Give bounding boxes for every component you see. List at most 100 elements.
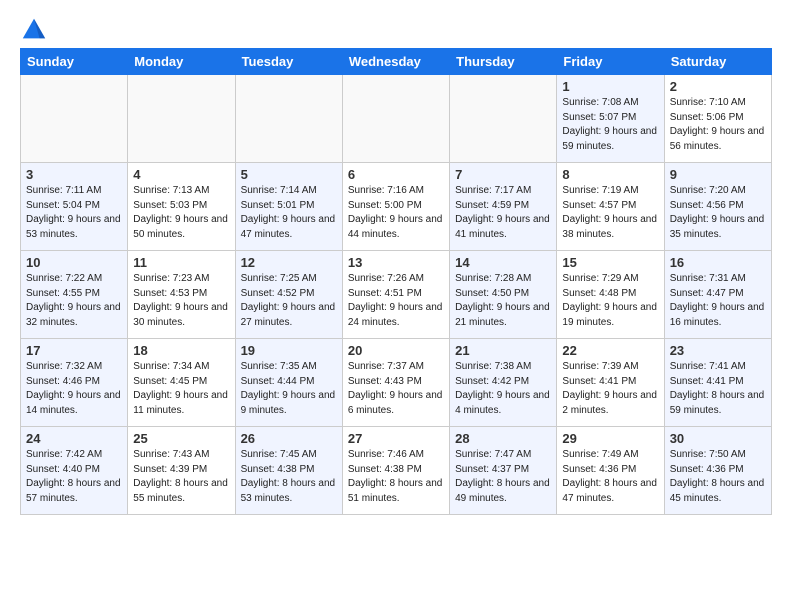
day-cell: 26 Sunrise: 7:45 AM Sunset: 4:38 PM Dayli… — [235, 427, 342, 515]
day-info: Sunrise: 7:22 AM Sunset: 4:55 PM Dayligh… — [26, 272, 122, 330]
day-cell: 18 Sunrise: 7:34 AM Sunset: 4:45 PM Dayli… — [128, 339, 235, 427]
day-info: Sunrise: 7:08 AM Sunset: 5:07 PM Dayligh… — [562, 96, 658, 154]
header-cell-thursday: Thursday — [450, 49, 557, 75]
day-number: 18 — [133, 343, 229, 358]
day-info: Sunrise: 7:26 AM Sunset: 4:51 PM Dayligh… — [348, 272, 444, 330]
header-cell-wednesday: Wednesday — [342, 49, 449, 75]
day-cell: 6 Sunrise: 7:16 AM Sunset: 5:00 PM Daylig… — [342, 163, 449, 251]
day-number: 20 — [348, 343, 444, 358]
day-info: Sunrise: 7:43 AM Sunset: 4:39 PM Dayligh… — [133, 448, 229, 506]
day-number: 26 — [241, 431, 337, 446]
day-number: 5 — [241, 167, 337, 182]
day-number: 6 — [348, 167, 444, 182]
week-row-3: 10 Sunrise: 7:22 AM Sunset: 4:55 PM Dayli… — [21, 251, 772, 339]
day-number: 15 — [562, 255, 658, 270]
day-cell: 13 Sunrise: 7:26 AM Sunset: 4:51 PM Dayli… — [342, 251, 449, 339]
day-info: Sunrise: 7:14 AM Sunset: 5:01 PM Dayligh… — [241, 184, 337, 242]
day-info: Sunrise: 7:37 AM Sunset: 4:43 PM Dayligh… — [348, 360, 444, 418]
day-number: 30 — [670, 431, 766, 446]
day-info: Sunrise: 7:25 AM Sunset: 4:52 PM Dayligh… — [241, 272, 337, 330]
day-cell: 22 Sunrise: 7:39 AM Sunset: 4:41 PM Dayli… — [557, 339, 664, 427]
day-info: Sunrise: 7:47 AM Sunset: 4:37 PM Dayligh… — [455, 448, 551, 506]
day-cell — [235, 75, 342, 163]
day-cell — [21, 75, 128, 163]
day-cell: 29 Sunrise: 7:49 AM Sunset: 4:36 PM Dayli… — [557, 427, 664, 515]
header — [20, 16, 772, 44]
day-number: 7 — [455, 167, 551, 182]
day-info: Sunrise: 7:20 AM Sunset: 4:56 PM Dayligh… — [670, 184, 766, 242]
day-info: Sunrise: 7:39 AM Sunset: 4:41 PM Dayligh… — [562, 360, 658, 418]
day-cell: 3 Sunrise: 7:11 AM Sunset: 5:04 PM Daylig… — [21, 163, 128, 251]
week-row-1: 1 Sunrise: 7:08 AM Sunset: 5:07 PM Daylig… — [21, 75, 772, 163]
day-info: Sunrise: 7:10 AM Sunset: 5:06 PM Dayligh… — [670, 96, 766, 154]
day-number: 19 — [241, 343, 337, 358]
day-info: Sunrise: 7:50 AM Sunset: 4:36 PM Dayligh… — [670, 448, 766, 506]
header-cell-monday: Monday — [128, 49, 235, 75]
day-number: 8 — [562, 167, 658, 182]
day-cell: 20 Sunrise: 7:37 AM Sunset: 4:43 PM Dayli… — [342, 339, 449, 427]
day-cell: 11 Sunrise: 7:23 AM Sunset: 4:53 PM Dayli… — [128, 251, 235, 339]
day-info: Sunrise: 7:13 AM Sunset: 5:03 PM Dayligh… — [133, 184, 229, 242]
week-row-5: 24Sunrise: 7:42 AM Sunset: 4:40 PM Dayli… — [21, 427, 772, 515]
day-number: 3 — [26, 167, 122, 182]
day-cell: 5 Sunrise: 7:14 AM Sunset: 5:01 PM Daylig… — [235, 163, 342, 251]
day-number: 27 — [348, 431, 444, 446]
day-cell: 1 Sunrise: 7:08 AM Sunset: 5:07 PM Daylig… — [557, 75, 664, 163]
day-cell: 4 Sunrise: 7:13 AM Sunset: 5:03 PM Daylig… — [128, 163, 235, 251]
day-number: 21 — [455, 343, 551, 358]
header-cell-friday: Friday — [557, 49, 664, 75]
day-info: Sunrise: 7:35 AM Sunset: 4:44 PM Dayligh… — [241, 360, 337, 418]
day-number: 14 — [455, 255, 551, 270]
day-info: Sunrise: 7:11 AM Sunset: 5:04 PM Dayligh… — [26, 184, 122, 242]
day-info: Sunrise: 7:42 AM Sunset: 4:40 PM Dayligh… — [26, 448, 122, 506]
header-cell-tuesday: Tuesday — [235, 49, 342, 75]
day-number: 4 — [133, 167, 229, 182]
day-cell — [128, 75, 235, 163]
day-cell: 10 Sunrise: 7:22 AM Sunset: 4:55 PM Dayli… — [21, 251, 128, 339]
day-cell: 30 Sunrise: 7:50 AM Sunset: 4:36 PM Dayli… — [664, 427, 771, 515]
day-info: Sunrise: 7:19 AM Sunset: 4:57 PM Dayligh… — [562, 184, 658, 242]
day-number: 13 — [348, 255, 444, 270]
day-cell: 19 Sunrise: 7:35 AM Sunset: 4:44 PM Dayli… — [235, 339, 342, 427]
day-cell: 21 Sunrise: 7:38 AM Sunset: 4:42 PM Dayli… — [450, 339, 557, 427]
header-cell-sunday: Sunday — [21, 49, 128, 75]
day-number: 12 — [241, 255, 337, 270]
day-info: Sunrise: 7:49 AM Sunset: 4:36 PM Dayligh… — [562, 448, 658, 506]
day-cell: 14 Sunrise: 7:28 AM Sunset: 4:50 PM Dayli… — [450, 251, 557, 339]
day-info: Sunrise: 7:17 AM Sunset: 4:59 PM Dayligh… — [455, 184, 551, 242]
day-number: 9 — [670, 167, 766, 182]
day-number: 23 — [670, 343, 766, 358]
day-number: 25 — [133, 431, 229, 446]
day-info: Sunrise: 7:34 AM Sunset: 4:45 PM Dayligh… — [133, 360, 229, 418]
day-info: Sunrise: 7:28 AM Sunset: 4:50 PM Dayligh… — [455, 272, 551, 330]
day-info: Sunrise: 7:38 AM Sunset: 4:42 PM Dayligh… — [455, 360, 551, 418]
day-info: Sunrise: 7:16 AM Sunset: 5:00 PM Dayligh… — [348, 184, 444, 242]
day-cell: 24Sunrise: 7:42 AM Sunset: 4:40 PM Dayli… — [21, 427, 128, 515]
day-number: 10 — [26, 255, 122, 270]
logo-icon — [20, 16, 48, 44]
day-number: 28 — [455, 431, 551, 446]
day-cell: 28 Sunrise: 7:47 AM Sunset: 4:37 PM Dayli… — [450, 427, 557, 515]
week-row-2: 3 Sunrise: 7:11 AM Sunset: 5:04 PM Daylig… — [21, 163, 772, 251]
day-number: 22 — [562, 343, 658, 358]
day-cell: 15 Sunrise: 7:29 AM Sunset: 4:48 PM Dayli… — [557, 251, 664, 339]
day-number: 1 — [562, 79, 658, 94]
day-cell: 12 Sunrise: 7:25 AM Sunset: 4:52 PM Dayli… — [235, 251, 342, 339]
calendar-table: SundayMondayTuesdayWednesdayThursdayFrid… — [20, 48, 772, 515]
day-cell: 2Sunrise: 7:10 AM Sunset: 5:06 PM Daylig… — [664, 75, 771, 163]
day-cell: 9 Sunrise: 7:20 AM Sunset: 4:56 PM Daylig… — [664, 163, 771, 251]
day-number: 11 — [133, 255, 229, 270]
day-number: 29 — [562, 431, 658, 446]
day-info: Sunrise: 7:23 AM Sunset: 4:53 PM Dayligh… — [133, 272, 229, 330]
day-cell — [450, 75, 557, 163]
day-info: Sunrise: 7:29 AM Sunset: 4:48 PM Dayligh… — [562, 272, 658, 330]
day-info: Sunrise: 7:45 AM Sunset: 4:38 PM Dayligh… — [241, 448, 337, 506]
day-info: Sunrise: 7:46 AM Sunset: 4:38 PM Dayligh… — [348, 448, 444, 506]
day-cell: 25 Sunrise: 7:43 AM Sunset: 4:39 PM Dayli… — [128, 427, 235, 515]
day-cell: 27 Sunrise: 7:46 AM Sunset: 4:38 PM Dayli… — [342, 427, 449, 515]
day-number: 16 — [670, 255, 766, 270]
page-container: SundayMondayTuesdayWednesdayThursdayFrid… — [0, 0, 792, 525]
day-cell: 7 Sunrise: 7:17 AM Sunset: 4:59 PM Daylig… — [450, 163, 557, 251]
day-cell — [342, 75, 449, 163]
day-info: Sunrise: 7:31 AM Sunset: 4:47 PM Dayligh… — [670, 272, 766, 330]
